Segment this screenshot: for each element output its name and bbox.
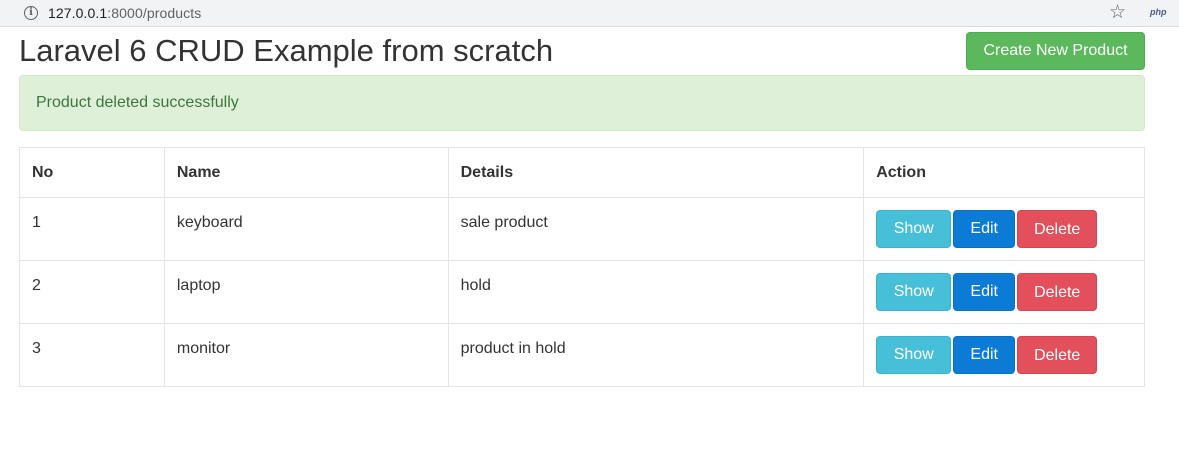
cell-details: sale product	[447, 197, 865, 261]
url-host: 127.0.0.1	[48, 5, 108, 21]
cell-actions: Show Edit Delete	[863, 323, 1145, 387]
cell-no: 2	[19, 260, 165, 324]
url-path: :8000/products	[107, 5, 202, 21]
cell-no: 3	[19, 323, 165, 387]
cell-actions: Show Edit Delete	[863, 197, 1145, 261]
table-header-row: No Name Details Action	[19, 147, 1145, 198]
cell-actions: Show Edit Delete	[863, 260, 1145, 324]
products-table: No Name Details Action 1 keyboard sale p…	[19, 147, 1145, 387]
show-button[interactable]: Show	[876, 273, 952, 311]
edit-button[interactable]: Edit	[953, 210, 1016, 248]
create-new-product-button[interactable]: Create New Product	[966, 32, 1145, 70]
delete-button[interactable]: Delete	[1017, 210, 1098, 248]
delete-button[interactable]: Delete	[1017, 336, 1098, 374]
php-extension-icon[interactable]: php	[1150, 7, 1167, 17]
show-button[interactable]: Show	[876, 210, 952, 248]
address-bar[interactable]: i 127.0.0.1:8000/products	[0, 0, 1140, 27]
cell-no: 1	[19, 197, 165, 261]
table-row: 1 keyboard sale product Show Edit Delete	[19, 197, 1145, 261]
alert-message: Product deleted successfully	[36, 94, 239, 111]
column-header-no: No	[19, 147, 165, 198]
page-title: Laravel 6 CRUD Example from scratch	[19, 33, 554, 68]
column-header-details: Details	[447, 147, 865, 198]
url-text[interactable]: 127.0.0.1:8000/products	[48, 5, 201, 21]
cell-name: monitor	[163, 323, 449, 387]
edit-button[interactable]: Edit	[953, 336, 1016, 374]
star-icon[interactable]: ☆	[1109, 2, 1126, 24]
table-row: 2 laptop hold Show Edit Delete	[19, 260, 1145, 324]
show-button[interactable]: Show	[876, 336, 952, 374]
cell-details: hold	[447, 260, 865, 324]
cell-details: product in hold	[447, 323, 865, 387]
cell-name: keyboard	[163, 197, 449, 261]
cell-name: laptop	[163, 260, 449, 324]
browser-toolbar: i 127.0.0.1:8000/products ☆ php	[0, 0, 1179, 27]
column-header-name: Name	[163, 147, 449, 198]
success-alert: Product deleted successfully	[19, 75, 1145, 131]
edit-button[interactable]: Edit	[953, 273, 1016, 311]
delete-button[interactable]: Delete	[1017, 273, 1098, 311]
info-icon[interactable]: i	[24, 6, 38, 20]
table-row: 3 monitor product in hold Show Edit Delete	[19, 323, 1145, 387]
column-header-action: Action	[863, 147, 1145, 198]
